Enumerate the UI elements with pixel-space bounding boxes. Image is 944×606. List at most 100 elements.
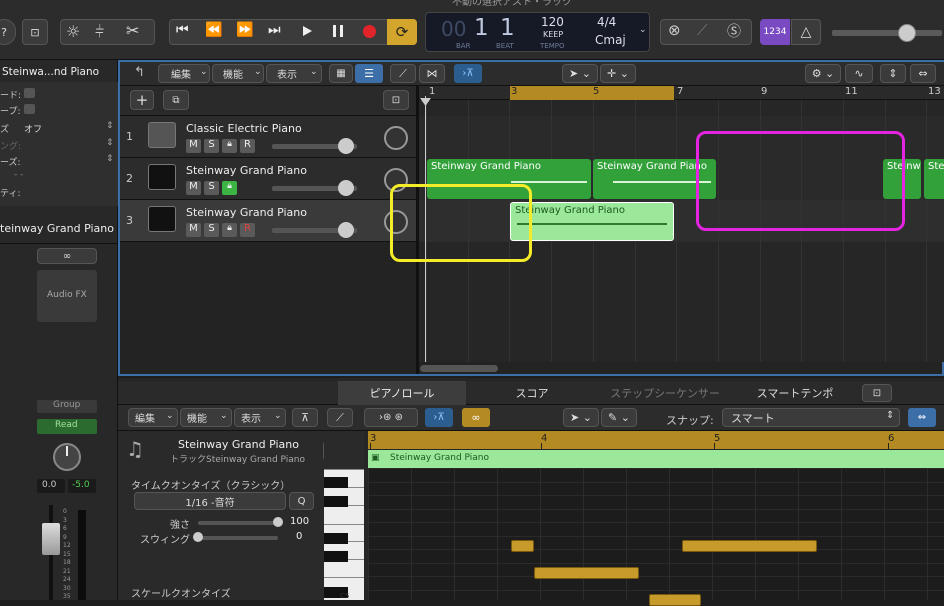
editor-pointer-button[interactable]: ➤ ⌄ xyxy=(563,408,599,427)
pointer-tool-button[interactable]: ➤ ⌄ xyxy=(562,64,598,83)
track-header[interactable]: 3 Steinway Grand Piano M S 🔒︎ R xyxy=(120,200,417,242)
region-track2-d[interactable]: Ste xyxy=(924,159,944,199)
horizontal-zoom-button[interactable]: ⇔ xyxy=(910,64,936,83)
automation-button[interactable]: ⟋ xyxy=(390,64,416,83)
volume-knob[interactable] xyxy=(338,180,354,196)
lock-icon[interactable]: 🔒︎ xyxy=(222,223,237,237)
track-header[interactable]: 2 Steinway Grand Piano M S 🔒︎ xyxy=(120,158,417,200)
black-key[interactable] xyxy=(324,496,348,507)
solo-button[interactable]: S xyxy=(204,181,219,195)
pan-knob[interactable] xyxy=(384,126,408,150)
quantize-value-select[interactable]: 1/16 -音符 xyxy=(134,492,286,510)
record-enable-button[interactable]: R xyxy=(240,223,255,237)
scissors-icon[interactable]: ✂ xyxy=(126,21,139,40)
vertical-zoom-button[interactable]: ⇕ xyxy=(880,64,906,83)
duplicate-track-button[interactable]: ⧉ xyxy=(163,90,189,110)
tuner-icon[interactable]: ⟋ xyxy=(697,21,708,39)
track-inbox-button[interactable]: ⊡ xyxy=(383,90,409,110)
editor-catch-button[interactable]: ›⊼ xyxy=(425,408,453,427)
lcd-dropdown-icon[interactable]: ⌄ xyxy=(639,25,647,35)
master-volume-knob[interactable] xyxy=(898,24,916,42)
link-button[interactable]: ∞ xyxy=(37,248,97,264)
mute-button[interactable]: M xyxy=(186,223,201,237)
swing-slider[interactable] xyxy=(198,536,278,540)
black-key[interactable] xyxy=(324,477,348,488)
forward-button[interactable]: ⏩ xyxy=(236,22,253,38)
link-editor-button[interactable]: ∞ xyxy=(462,408,490,427)
black-key[interactable] xyxy=(324,533,348,544)
strength-slider[interactable] xyxy=(198,521,278,525)
track-header[interactable]: 1 Classic Electric Piano M S 🔒︎ R xyxy=(120,116,417,158)
snap-select[interactable]: スマート xyxy=(722,408,900,427)
count-in-button[interactable]: 1234 xyxy=(760,19,790,45)
black-key[interactable] xyxy=(324,551,348,562)
editor-inbox-button[interactable]: ⊡ xyxy=(862,384,892,402)
arrange-scrollbar[interactable] xyxy=(420,365,498,372)
master-volume-slider[interactable] xyxy=(832,30,942,36)
track-name[interactable]: Classic Electric Piano xyxy=(186,122,302,135)
go-to-end-button[interactable]: ⏭ xyxy=(268,22,281,38)
flex-button[interactable]: ⋈ xyxy=(419,64,445,83)
volume-knob[interactable] xyxy=(338,138,354,154)
no-entry-icon[interactable]: ⊗ xyxy=(668,21,681,39)
inspector-checkbox-0[interactable] xyxy=(24,88,35,98)
mute-button[interactable]: M xyxy=(186,181,201,195)
mixer-icon[interactable]: ⫩ xyxy=(95,22,104,42)
settings-icon[interactable]: ☼ xyxy=(66,22,80,41)
inspector-stepper-icon-2[interactable]: ⇕ xyxy=(106,138,114,148)
record-enable-button[interactable]: R xyxy=(240,139,255,153)
lock-icon[interactable]: 🔒︎ xyxy=(222,139,237,153)
back-icon[interactable]: ↰ xyxy=(134,65,145,80)
track-name[interactable]: Steinway Grand Piano xyxy=(186,206,307,219)
piano-roll-ruler-marks: 3456 xyxy=(368,431,944,449)
volume-knob[interactable] xyxy=(338,222,354,238)
go-to-start-button[interactable]: ⏮ xyxy=(176,22,189,38)
play-button[interactable] xyxy=(303,26,312,36)
catch-button[interactable]: ›⊼ xyxy=(454,64,482,83)
record-button[interactable] xyxy=(363,25,376,38)
pause-button[interactable] xyxy=(333,25,343,37)
midi-note[interactable] xyxy=(649,594,701,606)
quantize-value: 1/16 -音符 xyxy=(185,497,235,509)
solo-button[interactable]: S xyxy=(204,223,219,237)
lcd-bar-ghost: 00 xyxy=(441,17,467,41)
inspector-mute-value[interactable]: オフ xyxy=(24,122,42,135)
piano-roll-grid[interactable] xyxy=(368,468,944,600)
cycle-button[interactable]: ⟳ xyxy=(387,19,417,45)
waveform-zoom-button[interactable]: ∿ xyxy=(845,64,873,83)
tab-piano-roll[interactable]: ピアノロール xyxy=(338,381,466,405)
inspector-stepper-icon[interactable]: ⇕ xyxy=(106,121,114,131)
track-name[interactable]: Steinway Grand Piano xyxy=(186,164,307,177)
midi-note[interactable] xyxy=(682,540,817,552)
rewind-button[interactable]: ⏪ xyxy=(205,22,222,38)
list-view-button[interactable]: ☰ xyxy=(355,64,383,83)
tab-smart-tempo[interactable]: スマートテンポ xyxy=(732,381,858,405)
piano-keyboard[interactable]: C5 xyxy=(324,469,364,600)
mute-button[interactable]: M xyxy=(186,139,201,153)
region-track3-selected[interactable]: Steinway Grand Piano xyxy=(510,202,674,241)
grid-view-button[interactable]: ▦ xyxy=(329,64,353,83)
tab-step-sequencer[interactable]: ステップシーケンサー xyxy=(598,381,732,405)
settings-menu-button[interactable]: ⚙ ⌄ xyxy=(805,64,841,83)
solo-button[interactable]: S xyxy=(204,139,219,153)
editor-fit-button[interactable]: ⇔ xyxy=(908,408,936,427)
add-track-button[interactable]: + xyxy=(130,90,154,110)
strength-slider-knob[interactable] xyxy=(273,517,283,527)
solo-icon[interactable]: Ⓢ xyxy=(727,21,741,41)
inspector-checkbox-1[interactable] xyxy=(24,104,35,114)
midi-note[interactable] xyxy=(511,540,534,552)
quantize-q-button[interactable]: Q xyxy=(289,492,314,510)
midi-in-button[interactable]: ›⊛ ⊛ xyxy=(364,408,418,427)
editor-automation-button[interactable]: ⟋ xyxy=(327,408,353,427)
marquee-tool-button[interactable]: ✛ ⌄ xyxy=(600,64,636,83)
inbox-button[interactable]: ⊡ xyxy=(22,19,48,45)
collapse-button[interactable]: ⊼ xyxy=(292,408,318,427)
swing-slider-knob[interactable] xyxy=(193,532,203,542)
volume-fader[interactable] xyxy=(42,523,60,555)
metronome-button[interactable]: △ xyxy=(791,19,821,45)
editor-pencil-button[interactable]: ✎ ⌄ xyxy=(601,408,637,427)
inspector-stepper-icon-3[interactable]: ⇕ xyxy=(106,154,114,164)
tab-score[interactable]: スコア xyxy=(466,381,598,405)
lock-icon[interactable]: 🔒︎ xyxy=(222,181,237,195)
midi-note[interactable] xyxy=(534,567,639,579)
